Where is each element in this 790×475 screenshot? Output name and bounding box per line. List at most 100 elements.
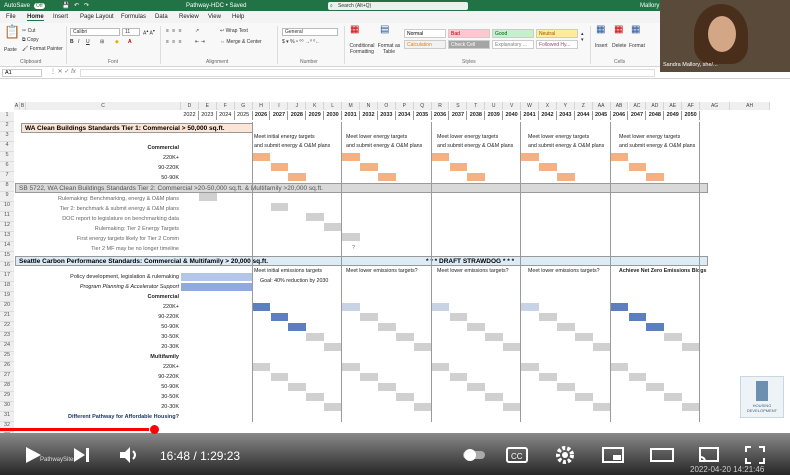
column-header-f[interactable]: F xyxy=(216,102,235,110)
delete-cells-icon[interactable]: ▦ xyxy=(614,25,623,35)
volume-icon[interactable] xyxy=(118,445,140,465)
column-header-s[interactable]: S xyxy=(449,102,468,110)
format-cells-icon[interactable]: ▦ xyxy=(631,25,640,35)
row-header-3[interactable]: 3 xyxy=(0,132,14,142)
column-header-ad[interactable]: AD xyxy=(646,102,665,110)
column-header-af[interactable]: AF xyxy=(682,102,701,110)
menu-insert[interactable]: Insert xyxy=(53,14,68,20)
captions-icon[interactable]: CC xyxy=(506,446,528,464)
formula-icons[interactable]: ⋮ ✕ ✓ fx xyxy=(50,68,76,75)
align-left-icon[interactable]: ≡ ≡ ≡ xyxy=(166,39,183,45)
fill-color-icon[interactable]: ◆ xyxy=(115,39,119,45)
cut-button[interactable]: ✂ Cut xyxy=(22,28,35,34)
column-header-m[interactable]: M xyxy=(342,102,360,110)
redo-icon[interactable]: ↷ xyxy=(84,2,89,9)
format-painter-button[interactable]: 🖌 Format Painter xyxy=(22,46,63,52)
undo-icon[interactable]: ↶ xyxy=(74,2,79,9)
menu-file[interactable]: File xyxy=(6,14,16,20)
delete-button[interactable]: Delete xyxy=(612,43,626,49)
menu-page-layout[interactable]: Page Layout xyxy=(80,14,114,20)
wrap-text-button[interactable]: ↩ Wrap Text xyxy=(220,28,248,34)
column-header-j[interactable]: J xyxy=(288,102,307,110)
column-header-x[interactable]: X xyxy=(539,102,557,110)
column-header-ah[interactable]: AH xyxy=(730,102,771,110)
paste-button[interactable]: Paste xyxy=(4,47,17,53)
style-normal[interactable]: Normal xyxy=(404,29,446,38)
style-followed-hyperlink[interactable]: Followed Hy... xyxy=(536,40,578,49)
column-header-u[interactable]: U xyxy=(485,102,504,110)
style-good[interactable]: Good xyxy=(492,29,534,38)
font-size-select[interactable]: 11 xyxy=(122,28,140,36)
autosave-toggle[interactable]: Off xyxy=(34,2,45,9)
merge-center-button[interactable]: ⇔ Merge & Center xyxy=(220,39,262,45)
column-header-d[interactable]: D xyxy=(181,102,199,110)
column-header-h[interactable]: H xyxy=(252,102,271,110)
name-box[interactable]: A1 xyxy=(2,69,42,77)
font-color-icon[interactable]: A xyxy=(128,39,132,45)
menu-data[interactable]: Data xyxy=(155,14,168,20)
column-header-n[interactable]: N xyxy=(360,102,378,110)
conditional-formatting-icon[interactable]: ▦ xyxy=(350,25,359,35)
insert-button[interactable]: Insert xyxy=(595,43,608,49)
column-header-ab[interactable]: AB xyxy=(610,102,629,110)
fullscreen-icon[interactable] xyxy=(745,446,765,464)
bold-icon[interactable]: B xyxy=(70,39,74,45)
column-header-w[interactable]: W xyxy=(521,102,539,110)
search-input[interactable]: ⌕ Search (Alt+Q) xyxy=(328,2,468,10)
orientation-icon[interactable]: ↗ xyxy=(195,28,199,34)
theater-mode-icon[interactable] xyxy=(650,447,674,463)
column-header-ag[interactable]: AG xyxy=(700,102,731,110)
progress-handle[interactable] xyxy=(150,425,159,434)
row-header-16[interactable]: 16 xyxy=(0,262,14,272)
settings-gear-icon[interactable] xyxy=(554,444,576,466)
column-header-t[interactable]: T xyxy=(467,102,486,110)
menu-view[interactable]: View xyxy=(208,14,221,20)
menu-help[interactable]: Help xyxy=(232,14,244,20)
column-header-q[interactable]: Q xyxy=(413,102,432,110)
column-header-c[interactable]: C xyxy=(26,102,181,110)
align-top-icon[interactable]: ≡ ≡ ≡ xyxy=(166,28,183,34)
menu-formulas[interactable]: Formulas xyxy=(121,14,146,20)
conditional-formatting-button[interactable]: Conditional Formatting xyxy=(347,43,377,55)
column-header-aa[interactable]: AA xyxy=(592,102,611,110)
column-header-p[interactable]: P xyxy=(395,102,414,110)
column-header-l[interactable]: L xyxy=(324,102,343,110)
miniplayer-icon[interactable] xyxy=(602,447,624,463)
next-icon[interactable] xyxy=(72,446,90,464)
save-icon[interactable]: 💾 xyxy=(62,2,69,9)
column-header-r[interactable]: R xyxy=(431,102,450,110)
row-header-2[interactable]: 2 xyxy=(0,122,14,132)
cast-icon[interactable] xyxy=(698,446,720,464)
column-header-e[interactable]: E xyxy=(198,102,217,110)
column-header-ac[interactable]: AC xyxy=(628,102,647,110)
styles-scroll-icon[interactable]: ▴ ▾ xyxy=(581,31,584,43)
style-bad[interactable]: Bad xyxy=(448,29,490,38)
column-header-z[interactable]: Z xyxy=(574,102,593,110)
menu-review[interactable]: Review xyxy=(179,14,199,20)
format-table-icon[interactable]: ▤ xyxy=(380,25,389,35)
row-header-1[interactable]: 1 xyxy=(0,112,14,122)
number-format-select[interactable]: General xyxy=(282,28,338,36)
column-header-g[interactable]: G xyxy=(234,102,253,110)
font-name-select[interactable]: Calibri xyxy=(70,28,120,36)
column-header-o[interactable]: O xyxy=(377,102,396,110)
grow-font-icon[interactable]: A▴ A▾ xyxy=(143,28,155,37)
currency-icon[interactable]: $ ▾ % ⁹ ⁰⁰ →⁰ ⁰← xyxy=(282,39,320,45)
underline-icon[interactable]: U xyxy=(86,39,90,45)
italic-icon[interactable]: I xyxy=(78,39,79,45)
column-header-y[interactable]: Y xyxy=(556,102,575,110)
style-neutral[interactable]: Neutral xyxy=(536,29,578,38)
copy-button[interactable]: ⧉ Copy xyxy=(22,37,39,43)
menu-home[interactable]: Home xyxy=(27,14,44,21)
style-calculation[interactable]: Calculation xyxy=(404,40,446,49)
style-explanatory[interactable]: Explanatory ... xyxy=(492,40,534,49)
autoplay-toggle-icon[interactable] xyxy=(462,446,486,464)
user-name[interactable]: Mallory xyxy=(640,3,659,9)
worksheet[interactable]: A B C D E F G H I J K L M N O P Q R S T U V W X Y Z AA AB AC AD AE AF AG… xyxy=(0,79,790,433)
play-icon[interactable] xyxy=(24,446,42,464)
format-button[interactable]: Format xyxy=(629,43,645,49)
row-header-8[interactable]: 8 xyxy=(0,182,14,192)
column-header-k[interactable]: K xyxy=(306,102,325,110)
column-header-ae[interactable]: AE xyxy=(664,102,683,110)
insert-cells-icon[interactable]: ▦ xyxy=(596,25,605,35)
